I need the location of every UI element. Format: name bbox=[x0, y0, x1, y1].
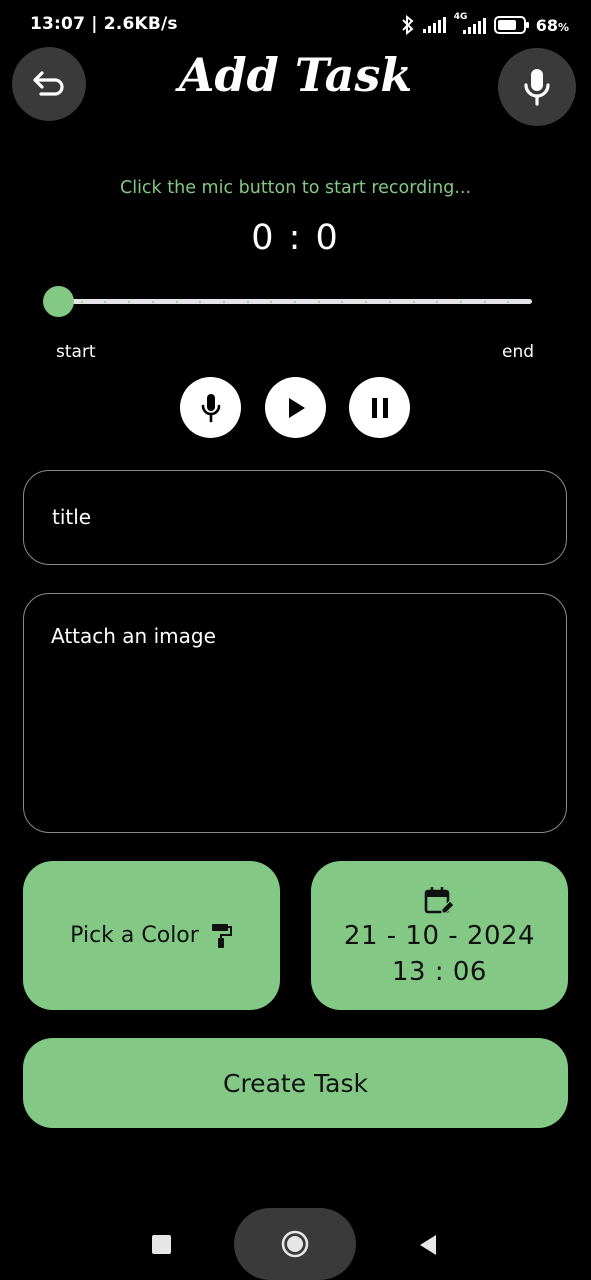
back-button[interactable] bbox=[12, 47, 86, 121]
recent-apps-button[interactable] bbox=[152, 1235, 171, 1254]
slider-tick bbox=[128, 300, 131, 303]
slider-tick bbox=[317, 300, 320, 303]
slider-tick bbox=[483, 300, 486, 303]
battery-percent: 68% bbox=[535, 15, 569, 35]
selected-date: 21 - 10 - 2024 bbox=[343, 920, 536, 951]
image-field[interactable] bbox=[23, 593, 567, 833]
undo-icon bbox=[33, 71, 64, 96]
pick-color-label: Pick a Color bbox=[70, 923, 199, 948]
date-time-button[interactable]: 21 - 10 - 2024 13 : 06 bbox=[311, 861, 568, 1010]
pause-icon bbox=[371, 397, 388, 418]
slider-tick bbox=[151, 300, 154, 303]
status-icons: 4G 68% bbox=[400, 12, 569, 38]
bluetooth-icon bbox=[400, 15, 416, 35]
slider-tick bbox=[294, 300, 296, 303]
pause-button[interactable] bbox=[349, 377, 410, 438]
selected-time: 13 : 06 bbox=[392, 956, 487, 987]
play-button[interactable] bbox=[265, 377, 326, 438]
title-input[interactable] bbox=[24, 471, 566, 563]
slider-tick bbox=[270, 300, 273, 303]
slider-tick bbox=[104, 300, 107, 303]
nav-back-button[interactable] bbox=[418, 1234, 438, 1260]
back-triangle-icon bbox=[420, 1235, 436, 1255]
title-field[interactable] bbox=[23, 470, 567, 565]
slider-tick bbox=[80, 300, 83, 303]
slider-tick bbox=[246, 300, 249, 303]
slider-tick bbox=[459, 300, 462, 303]
page-title: Add Task bbox=[178, 48, 413, 102]
create-task-button[interactable]: Create Task bbox=[23, 1038, 568, 1128]
playback-slider-thumb[interactable] bbox=[43, 286, 74, 317]
home-circle-icon bbox=[281, 1230, 309, 1258]
slider-tick bbox=[341, 300, 344, 303]
signal-icon bbox=[422, 16, 448, 34]
recording-hint: Click the mic button to start recording.… bbox=[119, 178, 472, 198]
voice-input-button[interactable] bbox=[498, 48, 576, 126]
slider-tick bbox=[199, 300, 202, 303]
mic-icon bbox=[524, 69, 550, 106]
home-button[interactable] bbox=[234, 1208, 356, 1280]
slider-tick bbox=[365, 300, 368, 303]
recording-timer: 0 : 0 bbox=[251, 218, 340, 258]
battery-icon bbox=[493, 16, 530, 34]
slider-tick bbox=[222, 300, 225, 303]
slider-tick bbox=[388, 300, 391, 303]
mic-icon bbox=[201, 393, 220, 422]
status-time: 13:07 | 2.6KB/s bbox=[30, 14, 178, 34]
slider-tick bbox=[436, 300, 439, 303]
slider-tick bbox=[507, 300, 510, 303]
slider-start-label: start bbox=[56, 342, 96, 362]
signal-4g-icon: 4G bbox=[454, 12, 488, 35]
record-button[interactable] bbox=[180, 377, 241, 438]
create-task-label: Create Task bbox=[223, 1068, 368, 1098]
slider-tick bbox=[412, 300, 415, 303]
calendar-edit-icon bbox=[424, 886, 455, 914]
pick-color-button[interactable]: Pick a Color bbox=[23, 861, 280, 1010]
paint-roller-icon bbox=[211, 923, 232, 948]
play-icon bbox=[288, 397, 305, 418]
slider-end-label: end bbox=[502, 342, 535, 362]
image-input[interactable] bbox=[24, 594, 566, 830]
playback-slider-track[interactable] bbox=[58, 299, 532, 304]
slider-tick bbox=[175, 300, 178, 303]
